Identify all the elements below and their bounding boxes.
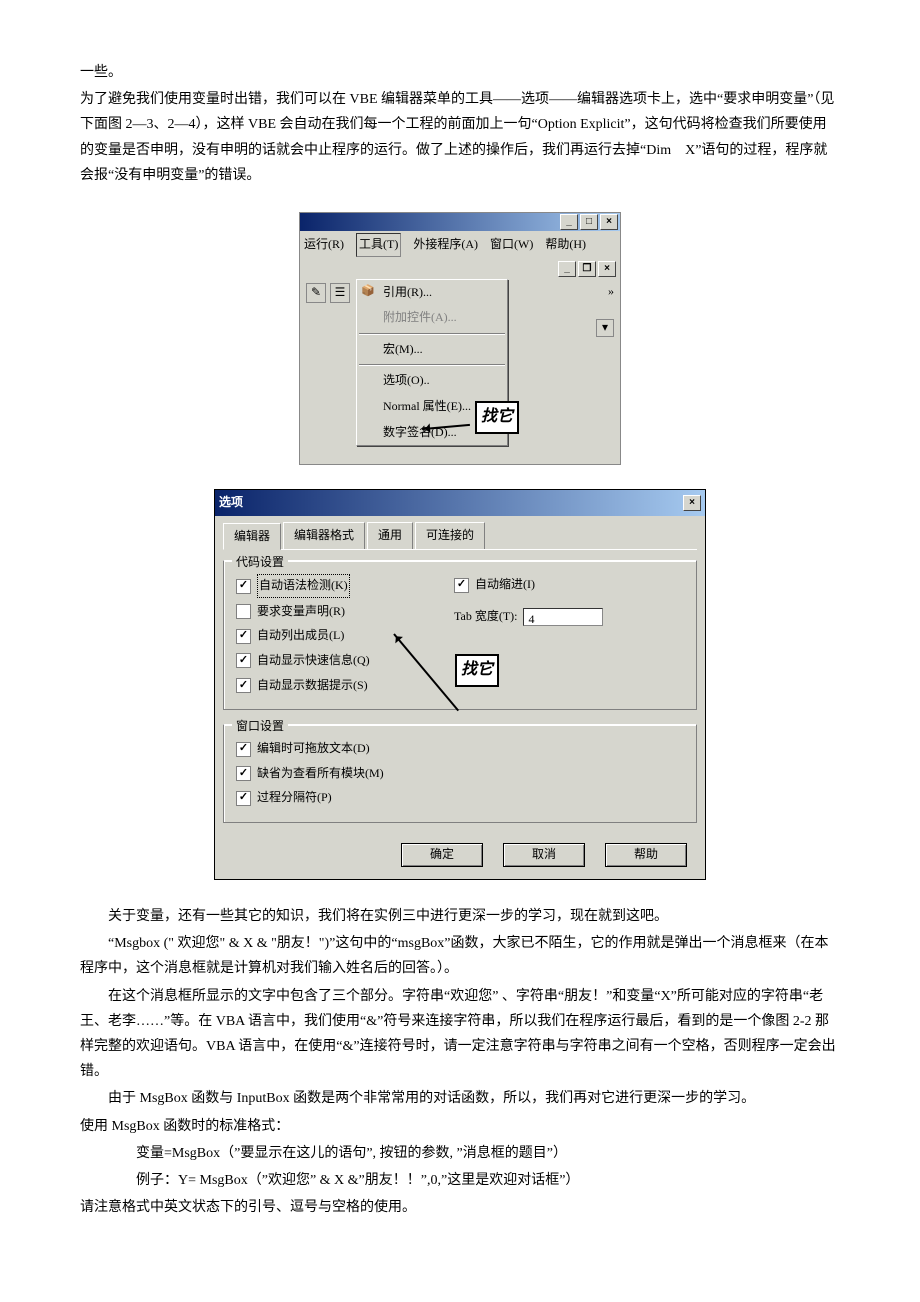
ok-button[interactable]: 确定 bbox=[401, 843, 483, 867]
close-button[interactable]: × bbox=[683, 495, 701, 511]
figure-2-4: 选项 × 编辑器 编辑器格式 通用 可连接的 代码设置 ✓ 自动语法检测(K) 要… bbox=[80, 489, 840, 880]
cancel-button[interactable]: 取消 bbox=[503, 843, 585, 867]
paragraph: 关于变量，还有一些其它的知识，我们将在实例三中进行更深一步的学习，现在就到这吧。 bbox=[80, 904, 840, 929]
mdi-minimize-button[interactable]: _ bbox=[558, 261, 576, 277]
maximize-button[interactable]: □ bbox=[580, 214, 598, 230]
mdi-restore-button[interactable]: ❐ bbox=[578, 261, 596, 277]
checkbox-label: 过程分隔符(P) bbox=[257, 787, 332, 809]
paragraph: 例子：Y= MsgBox（”欢迎您” & X &”朋友！！”,0,”这里是欢迎对… bbox=[80, 1168, 840, 1193]
checkbox-label: 自动语法检测(K) bbox=[257, 574, 350, 598]
references-icon: 📦 bbox=[361, 282, 375, 296]
checkbox[interactable]: ✓ bbox=[454, 578, 469, 593]
minimize-button[interactable]: _ bbox=[560, 214, 578, 230]
menu-item-macros[interactable]: 宏(M)... bbox=[357, 337, 507, 363]
tab-bar: 编辑器 编辑器格式 通用 可连接的 bbox=[223, 522, 697, 551]
close-button[interactable]: × bbox=[600, 214, 618, 230]
checkbox[interactable]: ✓ bbox=[236, 579, 251, 594]
menu-help[interactable]: 帮助(H) bbox=[545, 234, 586, 256]
tab-editor[interactable]: 编辑器 bbox=[223, 523, 281, 551]
menu-item-label: 引用(R)... bbox=[383, 285, 432, 299]
checkbox-label: 缺省为查看所有模块(M) bbox=[257, 763, 384, 785]
checkbox[interactable]: ✓ bbox=[236, 742, 251, 757]
dialog-button-row: 确定 取消 帮助 bbox=[223, 837, 697, 867]
menu-addins[interactable]: 外接程序(A) bbox=[413, 234, 478, 256]
checkbox[interactable]: ✓ bbox=[236, 653, 251, 668]
checkbox[interactable] bbox=[236, 604, 251, 619]
menu-separator bbox=[359, 333, 505, 335]
group-code-settings: 代码设置 ✓自动语法检测(K) 要求变量声明(R) ✓自动列出成员(L) ✓自动… bbox=[223, 560, 697, 710]
paragraph: 请注意格式中英文状态下的引号、逗号与空格的使用。 bbox=[80, 1195, 840, 1220]
paragraph: 在这个消息框所显示的文字中包含了三个部分。字符串“欢迎您” 、字符串“朋友！”和… bbox=[80, 984, 840, 1085]
window-title-bar: _ □ × bbox=[300, 213, 620, 231]
toolbar-icon[interactable]: ☰ bbox=[330, 283, 350, 303]
paragraph: 变量=MsgBox（”要显示在这儿的语句”, 按钮的参数, ”消息框的题目”） bbox=[80, 1141, 840, 1166]
annotation-callout: 找它 bbox=[475, 401, 519, 434]
checkbox-label: 自动显示数据提示(S) bbox=[257, 675, 368, 697]
menu-window[interactable]: 窗口(W) bbox=[490, 234, 533, 256]
dialog-title-bar: 选项 × bbox=[215, 490, 705, 516]
group-window-settings: 窗口设置 ✓编辑时可拖放文本(D) ✓缺省为查看所有模块(M) ✓过程分隔符(P… bbox=[223, 724, 697, 823]
checkbox-label: 自动列出成员(L) bbox=[257, 625, 344, 647]
paragraph: “Msgbox (" 欢迎您" & X & "朋友！")”这句中的“msgBox… bbox=[80, 931, 840, 981]
checkbox[interactable]: ✓ bbox=[236, 766, 251, 781]
menu-item-additional-controls: 附加控件(A)... bbox=[357, 305, 507, 331]
paragraph: 一些。 bbox=[80, 60, 840, 85]
annotation-callout: 找它 bbox=[455, 654, 499, 687]
menu-run[interactable]: 运行(R) bbox=[304, 234, 344, 256]
tab-general[interactable]: 通用 bbox=[367, 522, 413, 550]
checkbox-label: 自动缩进(I) bbox=[475, 574, 535, 596]
menu-tools[interactable]: 工具(T) bbox=[356, 233, 401, 257]
tab-editor-format[interactable]: 编辑器格式 bbox=[283, 522, 365, 550]
tab-docking[interactable]: 可连接的 bbox=[415, 522, 485, 550]
paragraph: 为了避免我们使用变量时出错，我们可以在 VBE 编辑器菜单的工具——选项——编辑… bbox=[80, 87, 840, 188]
menu-item-references[interactable]: 📦 引用(R)... bbox=[357, 280, 507, 306]
checkbox-label: 自动显示快速信息(Q) bbox=[257, 650, 370, 672]
mdi-close-button[interactable]: × bbox=[598, 261, 616, 277]
tab-width-label: Tab 宽度(T): bbox=[454, 606, 517, 628]
chevron-icon[interactable]: » bbox=[608, 281, 614, 303]
tab-width-input[interactable]: 4 bbox=[523, 608, 603, 626]
mdi-title-bar: _ ❐ × bbox=[300, 259, 620, 279]
menu-separator bbox=[359, 364, 505, 366]
figure-2-3: _ □ × 运行(R) 工具(T) 外接程序(A) 窗口(W) 帮助(H) _ … bbox=[80, 212, 840, 465]
help-button[interactable]: 帮助 bbox=[605, 843, 687, 867]
checkbox-label: 要求变量声明(R) bbox=[257, 601, 345, 623]
dropdown-arrow-icon[interactable]: ▾ bbox=[596, 319, 614, 337]
checkbox-label: 编辑时可拖放文本(D) bbox=[257, 738, 370, 760]
checkbox[interactable]: ✓ bbox=[236, 791, 251, 806]
paragraph: 由于 MsgBox 函数与 InputBox 函数是两个非常常用的对话函数，所以… bbox=[80, 1086, 840, 1111]
checkbox[interactable]: ✓ bbox=[236, 629, 251, 644]
group-title: 代码设置 bbox=[232, 552, 288, 574]
toolbar-icon[interactable]: ✎ bbox=[306, 283, 326, 303]
menu-item-options[interactable]: 选项(O).. bbox=[357, 368, 507, 394]
checkbox[interactable]: ✓ bbox=[236, 678, 251, 693]
dialog-title: 选项 bbox=[219, 492, 243, 514]
paragraph: 使用 MsgBox 函数时的标准格式： bbox=[80, 1114, 840, 1139]
group-title: 窗口设置 bbox=[232, 716, 288, 738]
menu-bar: 运行(R) 工具(T) 外接程序(A) 窗口(W) 帮助(H) bbox=[300, 231, 620, 259]
